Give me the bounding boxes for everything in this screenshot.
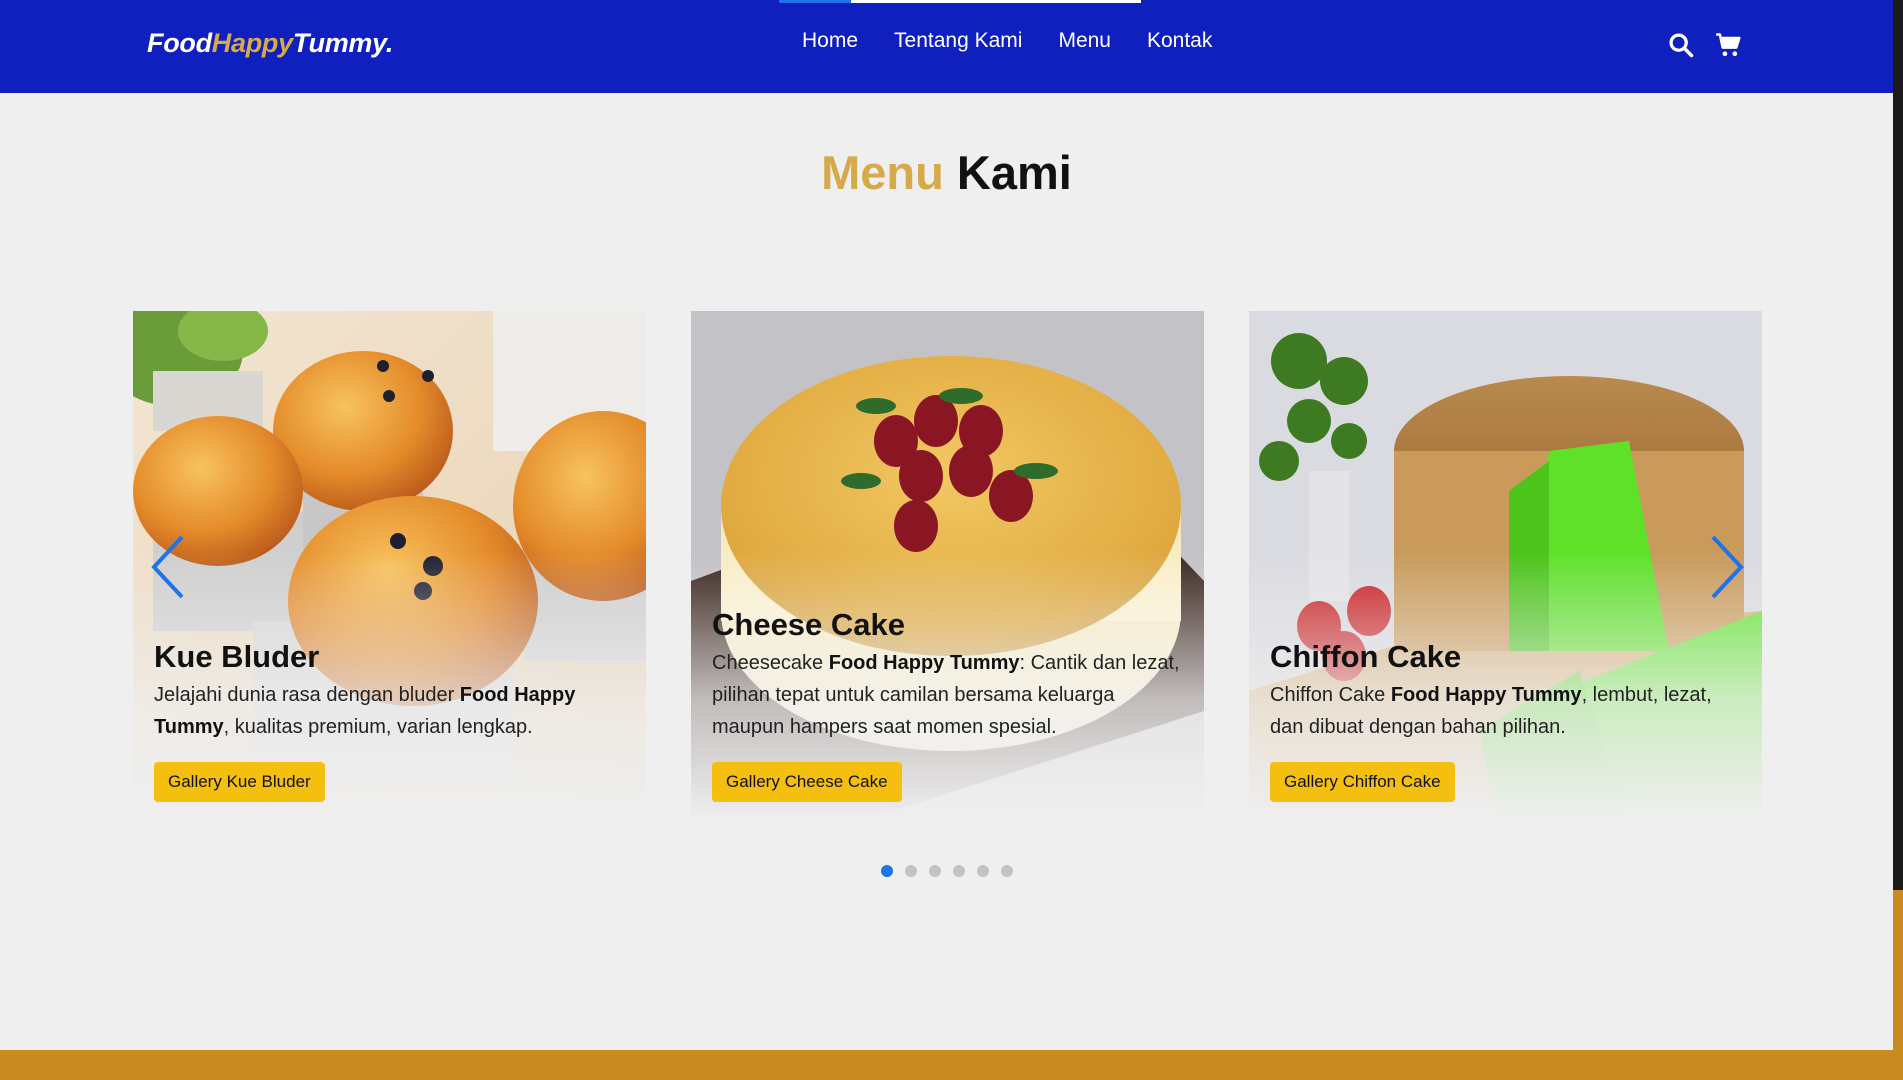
card-desc-text: , kualitas premium, varian lengkap. — [223, 716, 533, 738]
nav-link-kontak[interactable]: Kontak — [1147, 29, 1212, 53]
card-desc-brand: Food Happy Tummy — [1390, 684, 1582, 706]
logo-part-tummy: Tummy. — [292, 28, 394, 58]
card-title: Chiffon Cake — [1270, 639, 1462, 674]
card-title: Kue Bluder — [154, 639, 320, 674]
pagination-dot[interactable] — [905, 865, 917, 877]
card-body: Kue Bluder Jelajahi dunia rasa dengan bl… — [154, 639, 626, 802]
chevron-right-icon — [1711, 535, 1744, 599]
card-title: Cheese Cake — [712, 607, 906, 642]
menu-card-chiffon-cake: Chiffon Cake Chiffon Cake Food Happy Tum… — [1249, 311, 1762, 821]
gallery-kue-bluder-button[interactable]: Gallery Kue Bluder — [154, 762, 325, 802]
search-icon[interactable] — [1667, 31, 1695, 59]
card-desc-text: Cheesecake — [712, 652, 829, 674]
chevron-left-icon — [151, 535, 184, 599]
gallery-chiffon-cake-button[interactable]: Gallery Chiffon Cake — [1270, 762, 1455, 802]
menu-card-kue-bluder: Kue Bluder Jelajahi dunia rasa dengan bl… — [133, 311, 646, 821]
footer-edge — [0, 1050, 1893, 1080]
card-body: Chiffon Cake Chiffon Cake Food Happy Tum… — [1270, 639, 1742, 802]
nav-icons — [1667, 31, 1743, 59]
logo-part-food: Food — [147, 28, 212, 58]
navbar: FoodHappyTummy. Home Tentang Kami Menu K… — [0, 0, 1893, 93]
carousel-pagination — [881, 865, 1013, 877]
pagination-dot[interactable] — [881, 865, 893, 877]
main-nav: Home Tentang Kami Menu Kontak — [802, 29, 1212, 53]
card-desc-text: Jelajahi dunia rasa dengan bluder — [154, 684, 460, 706]
card-description: Cheesecake Food Happy Tummy: Cantik dan … — [712, 647, 1184, 743]
pagination-dot[interactable] — [1001, 865, 1013, 877]
menu-card-cheese-cake: Cheese Cake Cheesecake Food Happy Tummy:… — [691, 311, 1204, 821]
page-scrollbar[interactable] — [1893, 0, 1903, 1080]
scroll-progress-fill — [779, 0, 852, 3]
section-title-rest: Kami — [956, 146, 1072, 199]
gallery-cheese-cake-button[interactable]: Gallery Cheese Cake — [712, 762, 902, 802]
card-desc-text: Chiffon Cake — [1270, 684, 1391, 706]
logo[interactable]: FoodHappyTummy. — [147, 28, 393, 59]
section-title: Menu Kami — [0, 145, 1893, 200]
carousel-next-button[interactable] — [1707, 533, 1747, 601]
cart-icon[interactable] — [1715, 31, 1743, 59]
carousel-prev-button[interactable] — [148, 533, 188, 601]
section-title-accent: Menu — [821, 146, 944, 199]
card-body: Cheese Cake Cheesecake Food Happy Tummy:… — [712, 607, 1184, 802]
scroll-progress-bar — [779, 0, 1141, 3]
card-description: Jelajahi dunia rasa dengan bluder Food H… — [154, 679, 626, 743]
pagination-dot[interactable] — [953, 865, 965, 877]
card-description: Chiffon Cake Food Happy Tummy, lembut, l… — [1270, 679, 1742, 743]
scrollbar-thumb[interactable] — [1893, 890, 1903, 1080]
nav-link-home[interactable]: Home — [802, 29, 858, 53]
pagination-dot[interactable] — [977, 865, 989, 877]
pagination-dot[interactable] — [929, 865, 941, 877]
nav-link-tentang-kami[interactable]: Tentang Kami — [894, 29, 1022, 53]
logo-part-happy: Happy — [211, 28, 293, 58]
card-desc-brand: Food Happy Tummy — [828, 652, 1020, 674]
nav-link-menu[interactable]: Menu — [1058, 29, 1111, 53]
